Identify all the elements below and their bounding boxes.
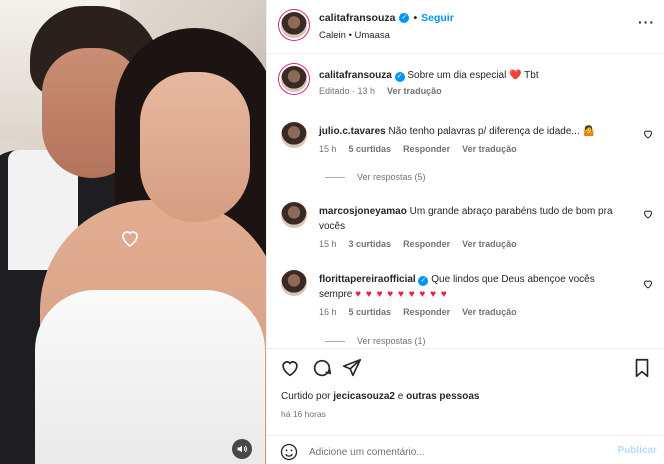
commenter-username[interactable]: marcosjoneyamao	[319, 206, 407, 217]
caption-meta: Editado · 13 h Ver tradução	[319, 86, 442, 96]
share-send-icon[interactable]	[341, 357, 363, 379]
like-heart-icon[interactable]	[279, 357, 301, 379]
post-location[interactable]: Calein • Umaasa	[319, 30, 390, 41]
separator-dot: •	[413, 12, 418, 24]
caption-username[interactable]: calitafransouza	[319, 70, 392, 81]
comment-like-heart-icon[interactable]	[642, 128, 654, 140]
author-username[interactable]: calitafransouza	[319, 12, 395, 24]
caption-body: Sobre um dia especial	[407, 70, 507, 81]
speaker-icon	[237, 445, 247, 453]
liked-prefix: Curtido por	[281, 391, 331, 402]
comment-likes[interactable]: 5 curtidas	[349, 144, 392, 154]
commenter-avatar[interactable]	[281, 270, 307, 296]
commenter-avatar[interactable]	[281, 122, 307, 148]
view-replies-label[interactable]: Ver respostas (1)	[357, 336, 426, 346]
edited-label: Editado · 13 h	[319, 86, 376, 96]
comment-meta: 15 h 5 curtidas Responder Ver tradução	[319, 144, 517, 154]
comment-likes[interactable]: 3 curtidas	[349, 239, 392, 249]
comment-text: julio.c.tavares Não tenho palavras p/ di…	[319, 124, 629, 139]
comment-text: florittapereiraofficial ✓ Que lindos que…	[319, 272, 629, 302]
liked-and: e	[397, 391, 404, 402]
follow-button[interactable]: Seguir	[421, 12, 454, 24]
hearts-emoji-row: ♥ ♥ ♥ ♥ ♥ ♥ ♥ ♥ ♥	[355, 289, 448, 300]
save-bookmark-icon[interactable]	[631, 357, 653, 379]
comment-meta: 15 h 3 curtidas Responder Ver tradução	[319, 239, 517, 249]
caption-suffix: Tbt	[524, 70, 539, 81]
comment-time: 15 h	[319, 144, 337, 154]
comment-input[interactable]	[309, 443, 599, 461]
translate-link[interactable]: Ver tradução	[387, 86, 442, 96]
audio-toggle-button[interactable]	[232, 439, 252, 459]
liked-others-link[interactable]: outras pessoas	[406, 391, 479, 402]
comments-section[interactable]: calitafransouza ✓ Sobre um dia especial …	[267, 54, 664, 348]
reply-button[interactable]: Responder	[403, 144, 450, 154]
reply-button[interactable]: Responder	[403, 307, 450, 317]
caption-text: calitafransouza ✓ Sobre um dia especial …	[319, 68, 629, 83]
publish-button[interactable]: Publicar	[618, 445, 657, 456]
translate-link[interactable]: Ver tradução	[462, 307, 517, 317]
liked-user-link[interactable]: jecicasouza2	[333, 391, 395, 402]
commenter-avatar[interactable]	[281, 202, 307, 228]
translate-link[interactable]: Ver tradução	[462, 144, 517, 154]
comment-time: 16 h	[319, 307, 337, 317]
more-options-icon[interactable]: ···	[638, 14, 655, 30]
comment-like-heart-icon[interactable]	[642, 278, 654, 290]
comment-text: marcosjoneyamao Um grande abraço parabén…	[319, 204, 629, 234]
reply-button[interactable]: Responder	[403, 239, 450, 249]
post-media[interactable]	[0, 0, 266, 464]
view-replies-label[interactable]: Ver respostas (5)	[357, 172, 426, 182]
photo-dress	[35, 290, 265, 464]
post-header: calitafransouza ✓ • Seguir Calein • Umaa…	[267, 0, 664, 54]
verified-badge-icon: ✓	[418, 276, 429, 286]
post-timestamp[interactable]: há 16 horas	[281, 409, 326, 419]
replies-line	[325, 340, 345, 342]
author-row: calitafransouza ✓ • Seguir	[319, 12, 454, 24]
comment-like-heart-icon[interactable]	[642, 208, 654, 220]
view-replies[interactable]: Ver respostas (5)	[325, 172, 426, 182]
translate-link[interactable]: Ver tradução	[462, 239, 517, 249]
action-icons-row	[279, 357, 653, 381]
view-replies[interactable]: Ver respostas (1)	[325, 336, 426, 346]
verified-badge-icon: ✓	[394, 72, 405, 82]
comment-meta: 16 h 5 curtidas Responder Ver tradução	[319, 307, 517, 317]
emoji-picker-icon[interactable]	[279, 442, 299, 462]
post-actions: Curtido por jecicasouza2 e outras pessoa…	[267, 348, 664, 464]
comment-time: 15 h	[319, 239, 337, 249]
comment-body: Não tenho palavras p/ diferença de idade…	[388, 126, 595, 137]
commenter-username[interactable]: julio.c.tavares	[319, 126, 386, 137]
replies-line	[325, 176, 345, 178]
liked-by-line: Curtido por jecicasouza2 e outras pessoa…	[281, 391, 479, 402]
caption-avatar[interactable]	[281, 66, 307, 92]
post-side-panel: calitafransouza ✓ • Seguir Calein • Umaa…	[266, 0, 664, 464]
like-overlay-heart-icon	[118, 226, 142, 250]
comment-composer: Publicar	[267, 435, 664, 464]
comment-bubble-icon[interactable]	[311, 357, 333, 379]
comment-likes[interactable]: 5 curtidas	[349, 307, 392, 317]
author-avatar[interactable]	[281, 12, 307, 38]
red-heart-emoji: ❤️	[509, 70, 522, 81]
commenter-username[interactable]: florittapereiraofficial	[319, 274, 416, 285]
verified-badge-icon: ✓	[399, 13, 410, 23]
photo-woman-face	[140, 72, 250, 222]
